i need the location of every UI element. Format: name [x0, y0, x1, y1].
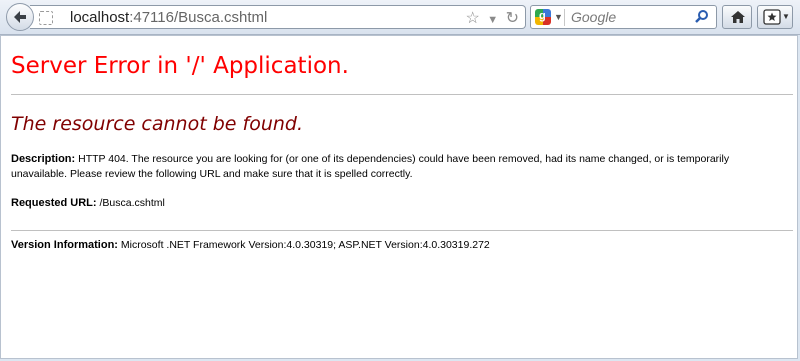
- description-text: HTTP 404. The resource you are looking f…: [11, 153, 730, 180]
- error-subtitle: The resource cannot be found.: [11, 113, 304, 135]
- divider: [11, 230, 793, 231]
- google-engine-icon[interactable]: g: [535, 9, 551, 25]
- bookmark-star-icon[interactable]: ☆: [465, 8, 479, 28]
- bookmarks-dropdown-icon: ▼: [782, 12, 790, 21]
- home-button[interactable]: [722, 5, 752, 29]
- version-information: Version Information: Microsoft .NET Fram…: [11, 239, 490, 251]
- divider: [11, 94, 793, 95]
- back-button[interactable]: [6, 3, 34, 31]
- search-magnifier-icon[interactable]: [694, 9, 710, 25]
- error-description: Description: HTTP 404. The resource you …: [11, 152, 771, 182]
- engine-dropdown-icon[interactable]: ▼: [554, 12, 563, 22]
- search-bar[interactable]: g ▼ Google: [530, 5, 717, 29]
- reload-icon[interactable]: ↻: [506, 8, 519, 28]
- page-content: Server Error in '/' Application. The res…: [0, 35, 798, 359]
- url-text[interactable]: localhost:47116/Busca.cshtml: [70, 9, 267, 26]
- home-icon: [731, 11, 745, 23]
- version-label: Version Information:: [11, 239, 118, 251]
- address-bar[interactable]: localhost:47116/Busca.cshtml ☆ ▼ ↻: [30, 5, 526, 29]
- requested-url-label: Requested URL:: [11, 197, 97, 209]
- history-dropdown-icon[interactable]: ▼: [487, 14, 498, 26]
- page-title: Server Error in '/' Application.: [11, 53, 349, 79]
- url-path: :47116/Busca.cshtml: [129, 9, 268, 26]
- requested-url-value: /Busca.cshtml: [99, 197, 165, 209]
- bookmarks-menu-icon: [763, 9, 781, 25]
- site-identity-icon[interactable]: [39, 11, 53, 25]
- url-actions: ☆ ▼ ↻: [462, 8, 519, 28]
- description-label: Description:: [11, 153, 76, 165]
- search-input[interactable]: Google: [571, 9, 616, 25]
- bookmarks-menu-button[interactable]: ▼: [757, 5, 793, 29]
- version-value: Microsoft .NET Framework Version:4.0.303…: [120, 239, 490, 251]
- search-divider: [564, 9, 565, 26]
- requested-url: Requested URL: /Busca.cshtml: [11, 197, 165, 209]
- back-arrow-icon: [14, 11, 26, 23]
- browser-toolbar: localhost:47116/Busca.cshtml ☆ ▼ ↻ g ▼ G…: [0, 0, 800, 35]
- url-host: localhost: [70, 9, 130, 26]
